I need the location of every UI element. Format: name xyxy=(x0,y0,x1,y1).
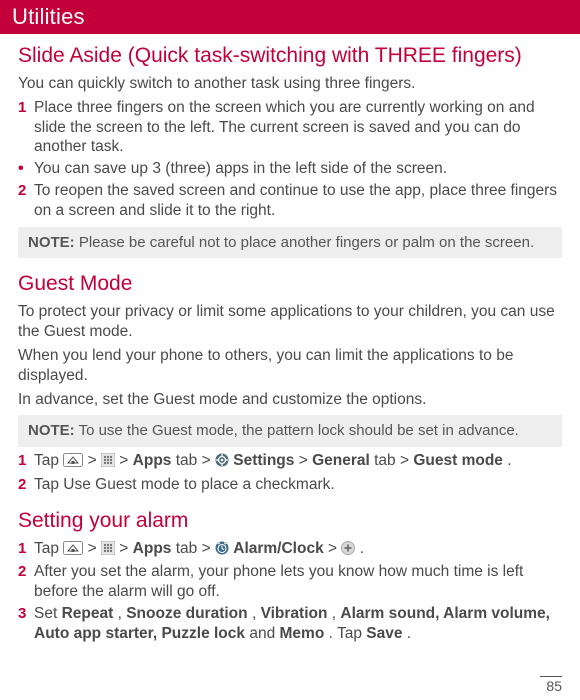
clock-icon xyxy=(215,541,229,561)
slide-aside-intro: You can quickly switch to another task u… xyxy=(18,74,562,94)
list-item: 1 Tap > > Apps tab > Alarm/Clock > . xyxy=(18,539,562,561)
apps-grid-icon xyxy=(101,541,115,561)
slide-aside-steps: 1 Place three fingers on the screen whic… xyxy=(18,98,562,221)
list-item: 3 Set Repeat , Snooze duration , Vibrati… xyxy=(18,604,562,644)
note-label: NOTE: xyxy=(28,422,75,439)
list-item: 2 Tap Use Guest mode to place a checkmar… xyxy=(18,475,562,495)
step-text: Tap > > Apps tab > Alarm/Clock > . xyxy=(34,539,364,561)
list-item: 2 To reopen the saved screen and continu… xyxy=(18,181,562,221)
note-text: To use the Guest mode, the pattern lock … xyxy=(75,422,519,439)
step-marker: 1 xyxy=(18,98,34,118)
alarm-steps: 1 Tap > > Apps tab > Alarm/Clock > . 2 A… xyxy=(18,539,562,644)
step-marker: 1 xyxy=(18,539,34,559)
list-item: 1 Tap > > Apps tab > Settings > General … xyxy=(18,451,562,473)
section-title-guest-mode: Guest Mode xyxy=(18,272,562,296)
home-icon xyxy=(63,541,83,561)
guest-mode-p3: In advance, set the Guest mode and custo… xyxy=(18,390,562,410)
step-text: Place three fingers on the screen which … xyxy=(34,98,562,157)
home-icon xyxy=(63,453,83,473)
note-text: Please be careful not to place another f… xyxy=(75,234,534,251)
step-text: To reopen the saved screen and continue … xyxy=(34,181,562,221)
list-item: 2 After you set the alarm, your phone le… xyxy=(18,562,562,602)
guest-mode-p2: When you lend your phone to others, you … xyxy=(18,346,562,386)
header-title: Utilities xyxy=(12,4,85,29)
guest-mode-steps: 1 Tap > > Apps tab > Settings > General … xyxy=(18,451,562,495)
step-text: After you set the alarm, your phone lets… xyxy=(34,562,562,602)
page-content: Slide Aside (Quick task-switching with T… xyxy=(0,44,580,644)
apps-grid-icon xyxy=(101,453,115,473)
step-text: Tap Use Guest mode to place a checkmark. xyxy=(34,475,335,495)
page-number: 85 xyxy=(540,676,562,694)
list-item: • You can save up 3 (three) apps in the … xyxy=(18,159,562,179)
note-box: NOTE: To use the Guest mode, the pattern… xyxy=(18,415,562,447)
step-marker: • xyxy=(18,159,34,178)
plus-icon xyxy=(341,541,355,561)
note-label: NOTE: xyxy=(28,234,75,251)
section-title-alarm: Setting your alarm xyxy=(18,509,562,533)
step-marker: 3 xyxy=(18,604,34,624)
step-text: Set Repeat , Snooze duration , Vibration… xyxy=(34,604,562,644)
header-bar: Utilities xyxy=(0,0,580,34)
guest-mode-p1: To protect your privacy or limit some ap… xyxy=(18,302,562,342)
list-item: 1 Place three fingers on the screen whic… xyxy=(18,98,562,157)
step-marker: 2 xyxy=(18,181,34,201)
section-title-slide-aside: Slide Aside (Quick task-switching with T… xyxy=(18,44,562,68)
step-marker: 1 xyxy=(18,451,34,471)
step-marker: 2 xyxy=(18,475,34,495)
step-text: Tap > > Apps tab > Settings > General ta… xyxy=(34,451,512,473)
settings-icon xyxy=(215,453,229,473)
note-box: NOTE: Please be careful not to place ano… xyxy=(18,227,562,259)
step-marker: 2 xyxy=(18,562,34,582)
step-text: You can save up 3 (three) apps in the le… xyxy=(34,159,447,179)
